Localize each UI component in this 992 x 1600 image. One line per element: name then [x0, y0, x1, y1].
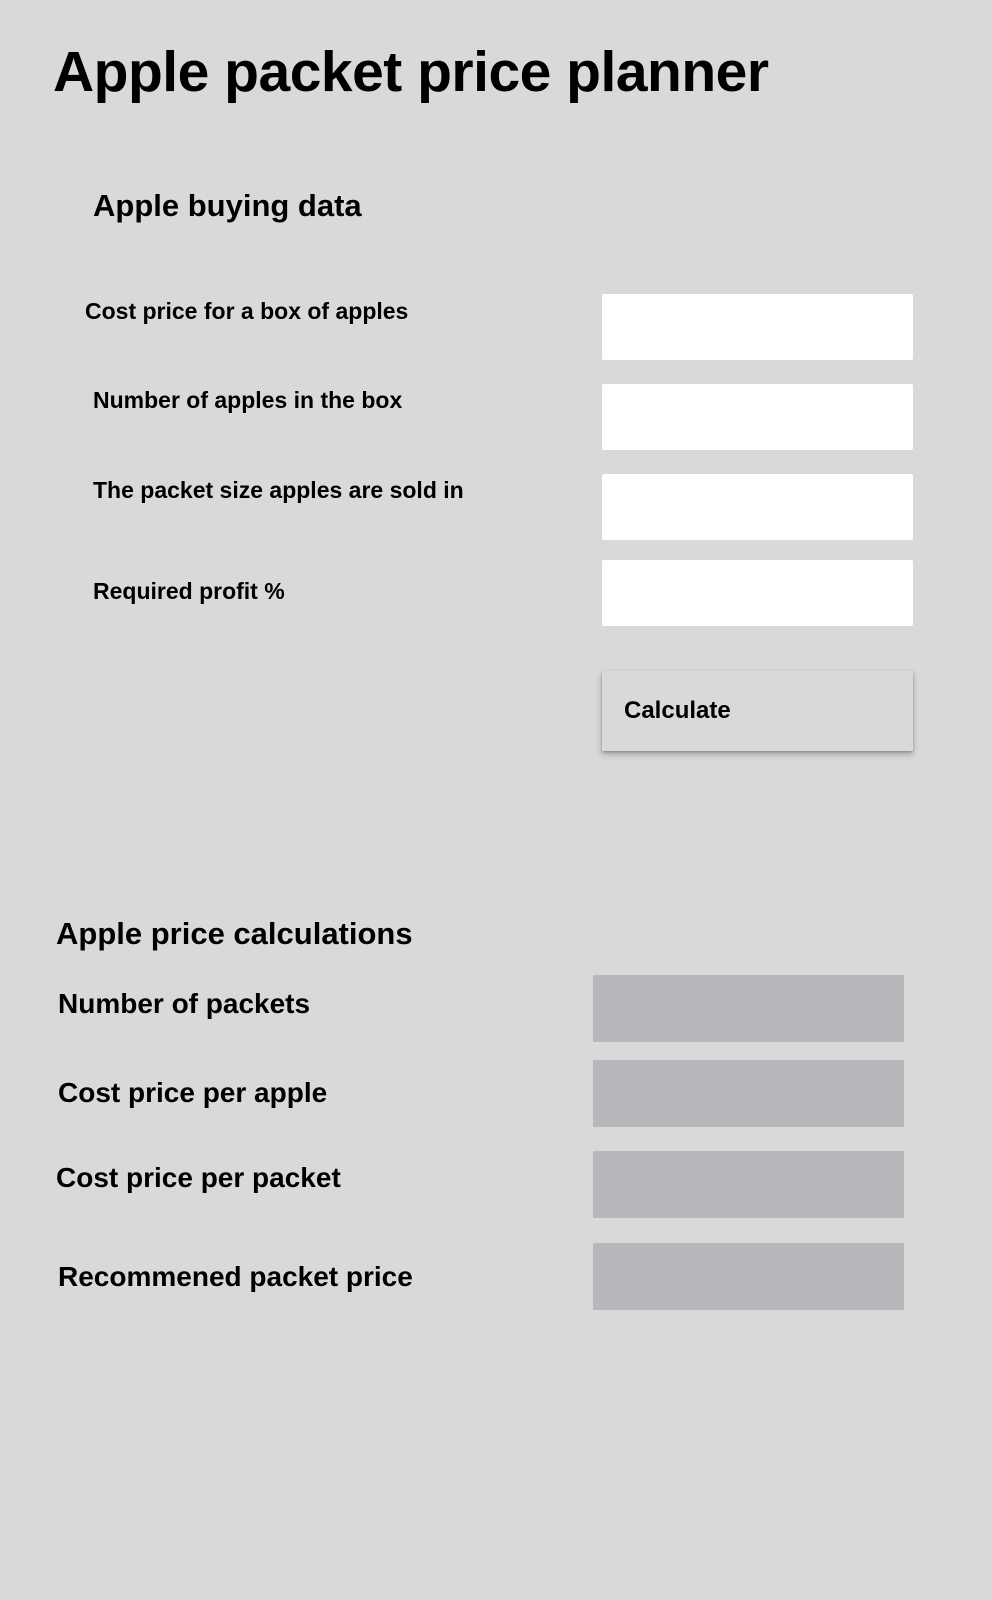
page-title: Apple packet price planner [53, 40, 769, 104]
cost-per-packet-label: Cost price per packet [56, 1162, 341, 1193]
packet-size-label: The packet size apples are sold in [93, 477, 464, 503]
cost-per-apple-output [593, 1060, 904, 1127]
box-cost-input[interactable] [602, 294, 913, 360]
recommended-packet-price-output [593, 1243, 904, 1310]
calculate-button[interactable]: Calculate [602, 671, 913, 751]
number-of-packets-label: Number of packets [58, 988, 311, 1019]
calculations-section-title: Apple price calculations [56, 916, 413, 951]
box-cost-label: Cost price for a box of apples [85, 298, 409, 324]
number-of-packets-output [593, 975, 904, 1042]
cost-per-apple-label: Cost price per apple [58, 1077, 328, 1108]
packet-size-input[interactable] [602, 474, 913, 540]
apples-in-box-label: Number of apples in the box [93, 387, 403, 413]
buying-section-title: Apple buying data [93, 188, 362, 223]
apples-in-box-input[interactable] [602, 384, 913, 450]
cost-per-packet-output [593, 1151, 904, 1218]
required-profit-input[interactable] [602, 560, 913, 626]
required-profit-label: Required profit % [93, 578, 285, 604]
recommended-packet-price-label: Recommened packet price [58, 1261, 413, 1292]
